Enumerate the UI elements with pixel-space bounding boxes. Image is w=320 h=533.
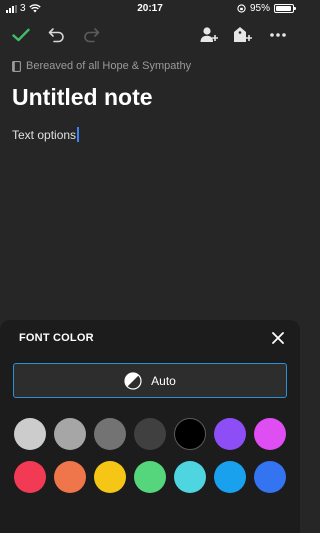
color-swatch[interactable] xyxy=(94,418,126,450)
status-bar: 3 20:17 95% xyxy=(0,0,300,18)
panel-title: FONT COLOR xyxy=(19,332,94,344)
color-swatch[interactable] xyxy=(14,461,46,493)
color-swatch[interactable] xyxy=(54,461,86,493)
share-button[interactable] xyxy=(196,22,222,48)
text-cursor xyxy=(77,127,79,142)
color-swatch[interactable] xyxy=(134,418,166,450)
auto-color-label: Auto xyxy=(151,373,176,388)
note-body-text: Text options xyxy=(12,127,77,142)
editor-toolbar xyxy=(0,18,300,52)
close-button[interactable] xyxy=(268,328,288,348)
orientation-lock-icon xyxy=(237,4,246,13)
color-swatch[interactable] xyxy=(54,418,86,450)
battery-fill xyxy=(276,6,292,11)
note-body[interactable]: Text options xyxy=(12,127,79,142)
color-swatch-grid xyxy=(14,418,286,493)
color-swatch[interactable] xyxy=(174,461,206,493)
color-swatch[interactable] xyxy=(214,461,246,493)
color-swatch[interactable] xyxy=(214,418,246,450)
redo-button[interactable] xyxy=(78,22,104,48)
auto-color-button[interactable]: Auto xyxy=(13,363,287,398)
color-swatch[interactable] xyxy=(174,418,206,450)
done-button[interactable] xyxy=(8,22,34,48)
undo-icon xyxy=(48,28,64,43)
undo-button[interactable] xyxy=(44,22,70,48)
color-swatch[interactable] xyxy=(134,461,166,493)
color-swatch[interactable] xyxy=(14,418,46,450)
font-color-panel: FONT COLOR Auto xyxy=(0,320,300,533)
add-person-icon xyxy=(200,27,218,42)
notebook-icon xyxy=(12,60,21,72)
half-circle-icon xyxy=(124,371,142,390)
notebook-selector[interactable]: Bereaved of all Hope & Sympathy xyxy=(12,60,191,72)
tag-button[interactable] xyxy=(230,22,256,48)
note-title[interactable]: Untitled note xyxy=(12,84,153,111)
more-icon xyxy=(270,33,286,37)
add-tag-icon xyxy=(234,27,252,42)
color-swatch[interactable] xyxy=(94,461,126,493)
more-button[interactable] xyxy=(265,22,291,48)
battery-icon xyxy=(274,4,296,13)
battery-percent: 95% xyxy=(249,3,270,14)
redo-icon xyxy=(84,28,100,43)
checkmark-icon xyxy=(12,28,30,42)
notebook-name: Bereaved of all Hope & Sympathy xyxy=(26,60,192,72)
color-swatch[interactable] xyxy=(254,418,286,450)
close-icon xyxy=(272,332,284,344)
status-right: 95% xyxy=(237,3,296,14)
color-swatch[interactable] xyxy=(254,461,286,493)
